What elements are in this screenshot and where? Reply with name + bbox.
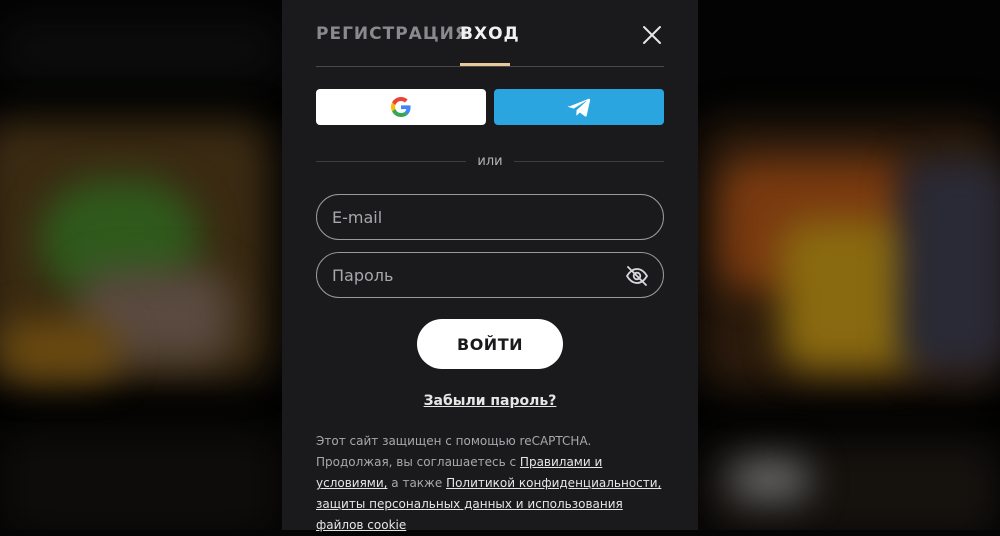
login-submit-button[interactable]: ВОЙТИ xyxy=(417,319,563,369)
close-button[interactable] xyxy=(640,23,664,47)
social-divider: или xyxy=(316,152,664,172)
auth-tabs: РЕГИСТРАЦИЯ ВХОД xyxy=(316,22,664,67)
forgot-password-link[interactable]: Забыли пароль? xyxy=(282,391,698,411)
tab-registration[interactable]: РЕГИСТРАЦИЯ xyxy=(316,22,469,46)
email-input[interactable] xyxy=(332,195,632,239)
tab-login[interactable]: ВХОД xyxy=(460,22,520,66)
divider-line-right xyxy=(514,161,664,162)
auth-modal: РЕГИСТРАЦИЯ ВХОД или E-mail ВОЙТИ Забыли… xyxy=(282,0,698,532)
eye-off-icon xyxy=(626,266,648,286)
telegram-icon xyxy=(567,98,591,117)
password-field xyxy=(316,252,664,298)
telegram-login-button[interactable] xyxy=(494,89,664,125)
close-icon xyxy=(643,26,661,44)
password-input[interactable] xyxy=(332,253,632,297)
google-icon xyxy=(391,97,411,117)
active-tab-indicator xyxy=(460,63,510,66)
password-visibility-toggle[interactable] xyxy=(624,263,650,289)
legal-notice: Этот сайт защищен с помощью reCAPTCHA. П… xyxy=(316,431,668,536)
tab-login-label: ВХОД xyxy=(460,24,520,44)
google-login-button[interactable] xyxy=(316,89,486,125)
divider-label: или xyxy=(477,154,503,169)
email-field xyxy=(316,194,664,240)
legal-text-middle: а также xyxy=(387,476,447,490)
